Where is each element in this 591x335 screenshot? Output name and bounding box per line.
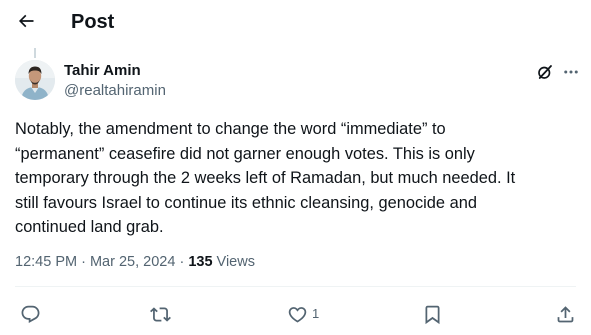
heart-icon [288,306,307,323]
like-button[interactable]: 1 [287,302,319,326]
grok-icon [538,65,552,79]
avatar[interactable] [15,60,55,100]
back-button[interactable] [12,7,40,35]
post-text-line: still favours Israel to continue its eth… [15,193,477,212]
post-date[interactable]: Mar 25, 2024 [90,254,175,270]
post-text-line: temporary through the 2 weeks left of Ra… [15,169,516,187]
share-button[interactable] [555,302,576,326]
bookmark-icon [425,305,440,324]
meta-separator: · [77,254,90,270]
meta-separator: · [175,254,189,270]
bookmark-button[interactable] [422,302,443,326]
profile-photo [15,60,55,100]
post-text-line: continued land grab. [15,218,164,236]
like-count: 1 [312,306,320,321]
post-time[interactable]: 12:45 PM [15,254,77,270]
post-header: Post [0,0,591,44]
share-icon [557,305,574,322]
post-text-line: Notably, the amendment to change the wor… [15,120,446,138]
arrow-left-icon [18,14,34,28]
views-label: Views [212,254,255,270]
more-options-button[interactable] [560,62,582,82]
reply-button[interactable] [20,302,41,326]
divider [15,286,576,287]
grok-button[interactable] [535,62,555,82]
repost-icon [150,306,171,322]
post-text-line: “permanent” ceasefire did not garner eno… [15,144,475,163]
repost-button[interactable] [150,302,171,326]
author-handle[interactable]: @realtahiramin [64,82,166,100]
reply-icon [21,305,40,323]
post-metadata: 12:45 PM · Mar 25, 2024 · 135 Views [15,253,255,271]
thread-connector-line [34,48,36,58]
post-text: Notably, the amendment to change the wor… [15,117,575,240]
page-title: Post [71,11,115,33]
author-name[interactable]: Tahir Amin [64,62,141,80]
more-dots-icon [564,70,578,74]
views-count: 135 [188,254,213,270]
